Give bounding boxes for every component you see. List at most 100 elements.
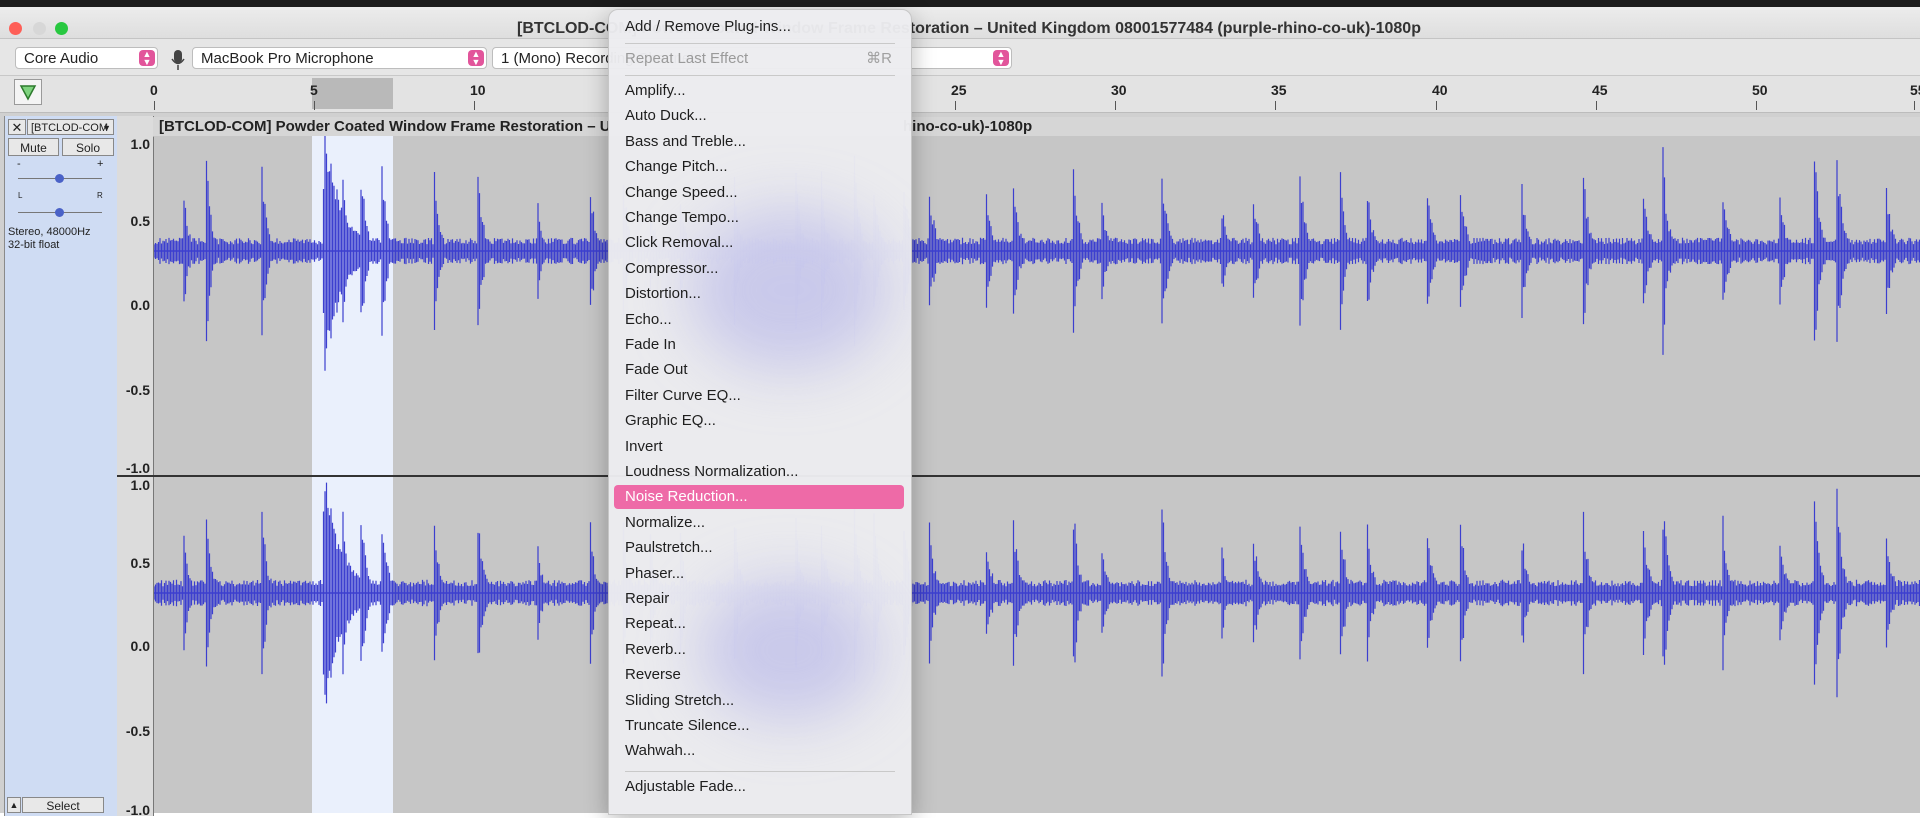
menu-item-invert[interactable]: Invert [614,435,904,459]
recording-device-value: MacBook Pro Microphone [201,50,374,67]
track-format-line2: 32-bit float [8,239,60,251]
menu-item-amplify[interactable]: Amplify... [614,79,904,103]
menu-item-label: Repeat Last Effect [625,50,749,67]
close-window-button[interactable] [9,22,22,35]
menu-item-reverb[interactable]: Reverb... [614,638,904,662]
menu-item-label: Compressor... [625,259,719,277]
select-track-button[interactable]: Select [22,797,104,813]
select-arrows-icon: ▲ ▼ [468,50,484,67]
menu-item-label: Add / Remove Plug-ins... [625,18,791,35]
menu-item-label: Auto Duck... [625,107,707,125]
pan-slider[interactable] [55,208,64,217]
minimize-window-button[interactable] [33,22,46,35]
mute-button[interactable]: Mute [8,138,59,156]
collapse-track-button[interactable]: ▲ [7,797,21,813]
menu-item-add-remove-plugins[interactable]: Add / Remove Plug-ins... [614,15,904,39]
menu-separator [625,75,895,76]
menu-item-wahwah[interactable]: Wahwah... [614,739,904,763]
recording-device-select[interactable]: MacBook Pro Microphone ▲ ▼ [192,47,487,69]
menu-item-distortion[interactable]: Distortion... [614,282,904,306]
menu-item-label: Reverb... [625,640,686,658]
menu-item-bass-and-treble[interactable]: Bass and Treble... [614,130,904,154]
amp-label: 1.0 [130,477,150,493]
timeline-tick [1596,101,1597,110]
menu-item-fade-out[interactable]: Fade Out [614,358,904,382]
solo-button[interactable]: Solo [62,138,114,156]
clip-title-right: hino-co-uk)-1080p [903,118,1033,135]
menu-item-label: Fade In [625,336,676,353]
menu-item-graphic-eq[interactable]: Graphic EQ... [614,409,904,433]
menu-item-compressor[interactable]: Compressor... [614,257,904,281]
pan-left-label: L [18,191,23,200]
menu-item-label: Change Speed... [625,183,738,201]
timeline-tick-label: 45 [1592,82,1608,98]
menu-item-label: Phaser... [625,564,685,582]
amp-label: -0.5 [125,723,150,739]
menu-item-adjustable-fade[interactable]: Adjustable Fade... [614,775,904,799]
amp-label: 1.0 [130,136,150,152]
timeline-tick [1756,101,1757,110]
timeline-tick [314,101,315,110]
menu-item-click-removal[interactable]: Click Removal... [614,231,904,255]
zoom-window-button[interactable] [55,22,68,35]
timeline-tick-label: 5 [310,82,318,98]
amp-label: -1.0 [125,460,150,476]
menu-item-truncate-silence[interactable]: Truncate Silence... [614,714,904,738]
amp-label: -1.0 [125,802,150,818]
menu-item-label: Truncate Silence... [625,717,750,734]
menu-item-normalize[interactable]: Normalize... [614,511,904,535]
menu-item-filter-curve-eq[interactable]: Filter Curve EQ... [614,384,904,408]
menu-item-auto-duck[interactable]: Auto Duck... [614,104,904,128]
menu-item-label: Distortion... [625,285,701,303]
menu-item-sliding-stretch[interactable]: Sliding Stretch... [614,689,904,713]
menu-item-label: Filter Curve EQ... [625,386,741,404]
effect-menu: Add / Remove Plug-ins... Repeat Last Effe… [608,9,912,815]
menu-item-label: Invert [625,437,663,455]
amp-label: 0.5 [130,555,150,571]
menu-item-change-pitch[interactable]: Change Pitch... [614,155,904,179]
menu-item-paulstretch[interactable]: Paulstretch... [614,536,904,560]
amplitude-ruler: 1.0 0.5 0.0 -0.5 -1.0 1.0 0.5 0.0 -0.5 -… [117,116,154,818]
track-control-panel [4,116,118,816]
timeline-tick [1115,101,1116,110]
menu-item-label: Graphic EQ... [625,412,716,430]
menu-item-phaser[interactable]: Phaser... [614,562,904,586]
audio-host-select[interactable]: Core Audio ▲ ▼ [15,47,158,69]
menu-item-echo[interactable]: Echo... [614,308,904,332]
menu-item-label: Paulstretch... [625,539,713,557]
amp-label: 0.5 [130,213,150,229]
menu-item-reverse[interactable]: Reverse [614,663,904,687]
menu-separator [625,43,895,44]
close-track-button[interactable]: ✕ [8,119,26,135]
menu-item-noise-reduction[interactable]: Noise Reduction... [614,485,904,510]
menu-item-label: Repair [625,590,670,607]
menu-item-loudness-normalization[interactable]: Loudness Normalization... [614,460,904,484]
menu-item-label: Noise Reduction... [625,488,748,506]
menu-item-change-tempo[interactable]: Change Tempo... [614,206,904,230]
menu-item-repeat[interactable]: Repeat... [614,612,904,636]
clip-title-left: [BTCLOD-COM] Powder Coated Window Frame … [159,118,611,135]
timeline-tick [1275,101,1276,110]
menu-item-shortcut: ⌘R [866,50,892,67]
select-arrows-icon: ▲ ▼ [993,50,1009,67]
timeline-tick [1436,101,1437,110]
menu-item-label: Loudness Normalization... [625,463,799,480]
track-format-line1: Stereo, 48000Hz [8,226,91,238]
menu-item-repeat-last-effect: Repeat Last Effect ⌘R [614,47,904,71]
play-head-button[interactable] [14,79,42,105]
amp-label: 0.0 [130,638,150,654]
gain-slider[interactable] [55,174,64,183]
menu-item-fade-in[interactable]: Fade In [614,333,904,357]
menu-item-repair[interactable]: Repair [614,587,904,611]
ruler-selection [312,78,393,109]
menu-item-label: Change Pitch... [625,158,728,176]
clip-title-bar[interactable]: [BTCLOD-COM] Powder Coated Window Frame … [153,117,1920,137]
window-titlebar: [BTCLOD-COM] Powder Coated Window Frame … [0,7,1920,39]
pan-right-label: R [97,191,103,200]
menu-item-change-speed[interactable]: Change Speed... [614,181,904,205]
timeline-tick [474,101,475,110]
track-name-menu[interactable]: [BTCLOD-COM ▼ [27,119,114,135]
menu-item-label: Repeat... [625,615,686,633]
timeline-tick-label: 50 [1752,82,1768,98]
timeline-tick-label: 25 [951,82,967,98]
